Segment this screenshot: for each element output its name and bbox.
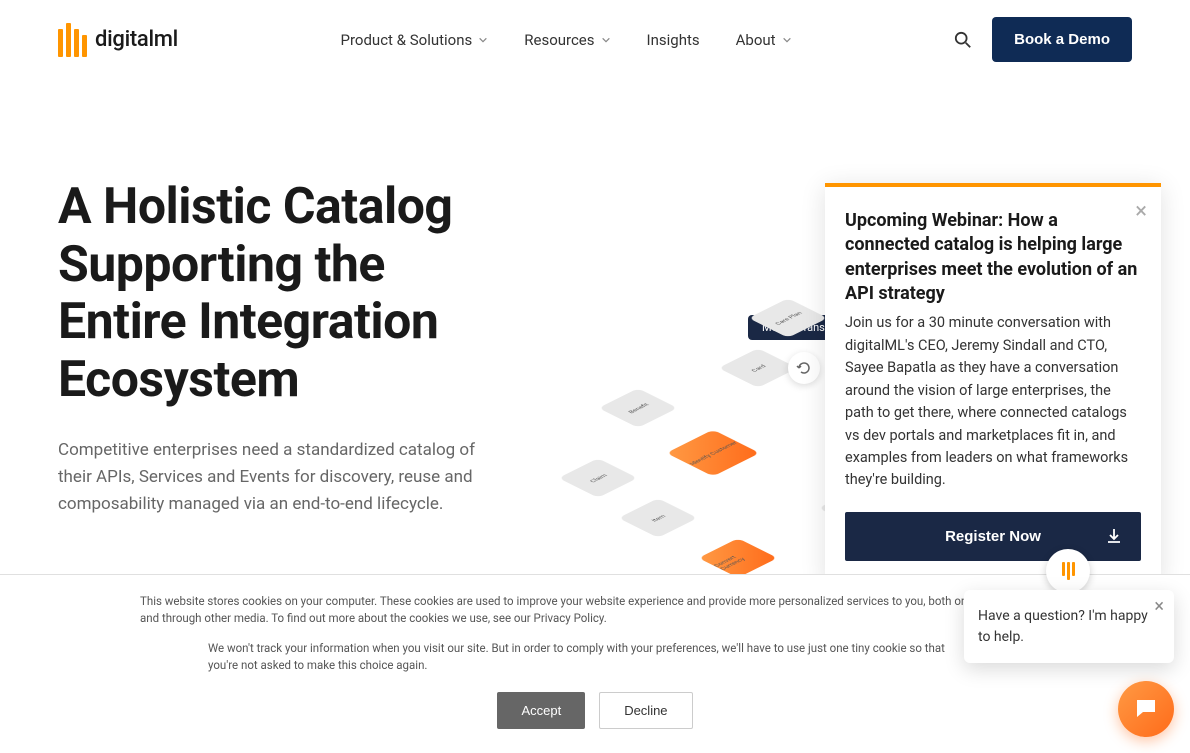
nav-label: About	[736, 31, 776, 49]
cookie-text-primary: This website stores cookies on your comp…	[140, 593, 1050, 628]
header-actions: Book a Demo	[954, 17, 1132, 62]
search-icon[interactable]	[954, 31, 972, 49]
nav-label: Insights	[647, 31, 700, 49]
register-now-button[interactable]: Register Now	[845, 512, 1141, 561]
site-header: digitalml Product & Solutions Resources …	[0, 0, 1190, 79]
nav-label: Product & Solutions	[341, 31, 473, 49]
chat-icon	[1133, 696, 1159, 722]
chevron-down-icon	[782, 35, 792, 45]
accept-button[interactable]: Accept	[497, 692, 585, 729]
webinar-panel: × Upcoming Webinar: How a connected cata…	[825, 183, 1161, 583]
logo[interactable]: digitalml	[58, 23, 178, 57]
tile-card: Card	[718, 348, 797, 388]
tile-identify-customer: Identify Customer	[666, 430, 759, 477]
tile-item: Item	[618, 498, 697, 538]
tile-claim: Claim	[558, 458, 637, 498]
close-icon[interactable]: ×	[1154, 598, 1164, 616]
main-nav: Product & Solutions Resources Insights A…	[341, 31, 792, 49]
cookie-text-secondary: We won't track your information when you…	[208, 640, 968, 675]
logo-icon	[58, 23, 87, 57]
webinar-title: Upcoming Webinar: How a connected catalo…	[845, 209, 1141, 306]
book-demo-button[interactable]: Book a Demo	[992, 17, 1132, 62]
chat-message: Have a question? I'm happy to help.	[978, 606, 1160, 647]
nav-about[interactable]: About	[736, 31, 792, 49]
nav-insights[interactable]: Insights	[647, 31, 700, 49]
tile-convert-currency: Convert Currency	[698, 538, 777, 578]
hero-title: A Holistic Catalog Supporting the Entire…	[58, 179, 518, 409]
tile-benefit: Benefit	[598, 388, 677, 428]
nav-product-solutions[interactable]: Product & Solutions	[341, 31, 489, 49]
chevron-down-icon	[478, 35, 488, 45]
decline-button[interactable]: Decline	[599, 692, 692, 729]
logo-text: digitalml	[95, 27, 178, 52]
hero-subtitle: Competitive enterprises need a standardi…	[58, 437, 488, 519]
hero-content: A Holistic Catalog Supporting the Entire…	[58, 179, 518, 519]
chat-launcher-button[interactable]	[1118, 681, 1174, 737]
nav-resources[interactable]: Resources	[524, 31, 610, 49]
chat-avatar-icon	[1062, 562, 1075, 580]
cookie-actions: Accept Decline	[140, 692, 1050, 729]
webinar-body: Join us for a 30 minute conversation wit…	[845, 312, 1141, 492]
refresh-icon	[788, 352, 820, 384]
chevron-down-icon	[601, 35, 611, 45]
close-icon[interactable]: ×	[1135, 201, 1147, 223]
chat-avatar	[1046, 549, 1090, 593]
chat-popup: × Have a question? I'm happy to help.	[964, 590, 1174, 663]
register-button-label: Register Now	[945, 528, 1041, 545]
download-icon	[1105, 527, 1123, 545]
nav-label: Resources	[524, 31, 594, 49]
